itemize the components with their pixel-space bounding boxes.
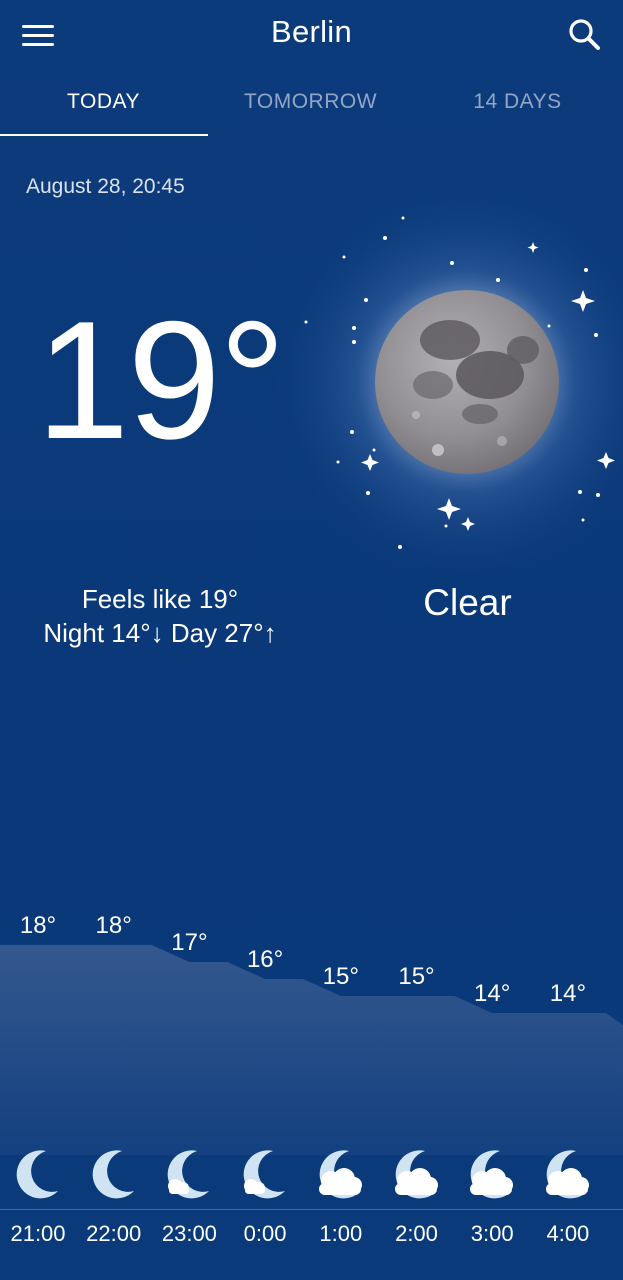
hourly-temp-label: 14° — [474, 980, 510, 1007]
crescent-moon-icon — [84, 1145, 144, 1205]
forecast-tabs: TODAY TOMORROW 14 DAYS — [0, 80, 623, 136]
crescent-moon-icon — [8, 1145, 68, 1205]
hourly-temp-label: 18° — [20, 912, 56, 939]
hourly-time-label: 22:00 — [86, 1221, 142, 1246]
hourly-time-label: 1:00 — [319, 1221, 363, 1246]
hourly-temp-label: 18° — [96, 912, 132, 939]
hourly-time-label: 2:00 — [395, 1221, 438, 1246]
tab-today[interactable]: TODAY — [0, 80, 207, 136]
tab-tomorrow[interactable]: TOMORROW — [207, 80, 414, 136]
hourly-forecast[interactable]: 18° 18° 17° 16° 15° 15° 14° 14° 21:00 22:00 23:00… — [0, 895, 623, 1280]
hourly-temp-label: 16° — [247, 946, 283, 973]
hourly-icons — [0, 1145, 623, 1205]
crescent-moon-cloud-icon — [538, 1145, 598, 1205]
hourly-temperature-chart: 18° 18° 17° 16° 15° 15° 14° 14° — [0, 912, 623, 1155]
chart-fade — [0, 935, 623, 1155]
crescent-moon-cloud-icon — [387, 1145, 447, 1205]
weather-app: Berlin TODAY TOMORROW 14 DAYS August 28,… — [0, 0, 623, 1280]
hourly-temp-label: 15° — [323, 963, 359, 990]
crescent-moon-small-cloud-icon — [159, 1145, 219, 1205]
hourly-time-label: 4:00 — [546, 1221, 590, 1246]
hourly-time-label: 0:00 — [243, 1221, 287, 1246]
feels-like-text: Feels like 19° — [81, 584, 239, 614]
hourly-time-label: 21:00 — [10, 1221, 66, 1246]
crescent-moon-cloud-icon — [462, 1145, 522, 1205]
top-app-bar: Berlin — [0, 0, 623, 70]
crescent-moon-cloud-icon — [311, 1145, 371, 1205]
divider — [0, 1209, 623, 1210]
hourly-time-label: 3:00 — [470, 1221, 514, 1246]
current-datetime: August 28, 20:45 — [26, 175, 185, 198]
city-title[interactable]: Berlin — [0, 14, 623, 50]
hourly-times: 21:00 22:00 23:00 0:00 1:00 2:00 3:00 4:00 — [0, 1221, 623, 1251]
night-day-range: Night 14°↓ Day 27°↑ — [43, 618, 277, 648]
crescent-moon-small-cloud-icon — [235, 1145, 295, 1205]
full-moon-icon — [258, 200, 623, 570]
current-temperature: 19° — [36, 286, 286, 474]
search-icon[interactable] — [566, 16, 604, 54]
hourly-temp-label: 15° — [398, 963, 434, 990]
hourly-temp-label: 14° — [550, 980, 586, 1007]
hourly-time-label: 23:00 — [161, 1221, 217, 1246]
tab-14-days[interactable]: 14 DAYS — [414, 80, 621, 136]
condition-text: Clear — [423, 582, 512, 623]
active-tab-indicator — [0, 134, 208, 136]
feels-like-block: Feels like 19° Night 14°↓ Day 27°↑ — [0, 582, 320, 650]
hourly-temp-label: 17° — [171, 929, 207, 956]
